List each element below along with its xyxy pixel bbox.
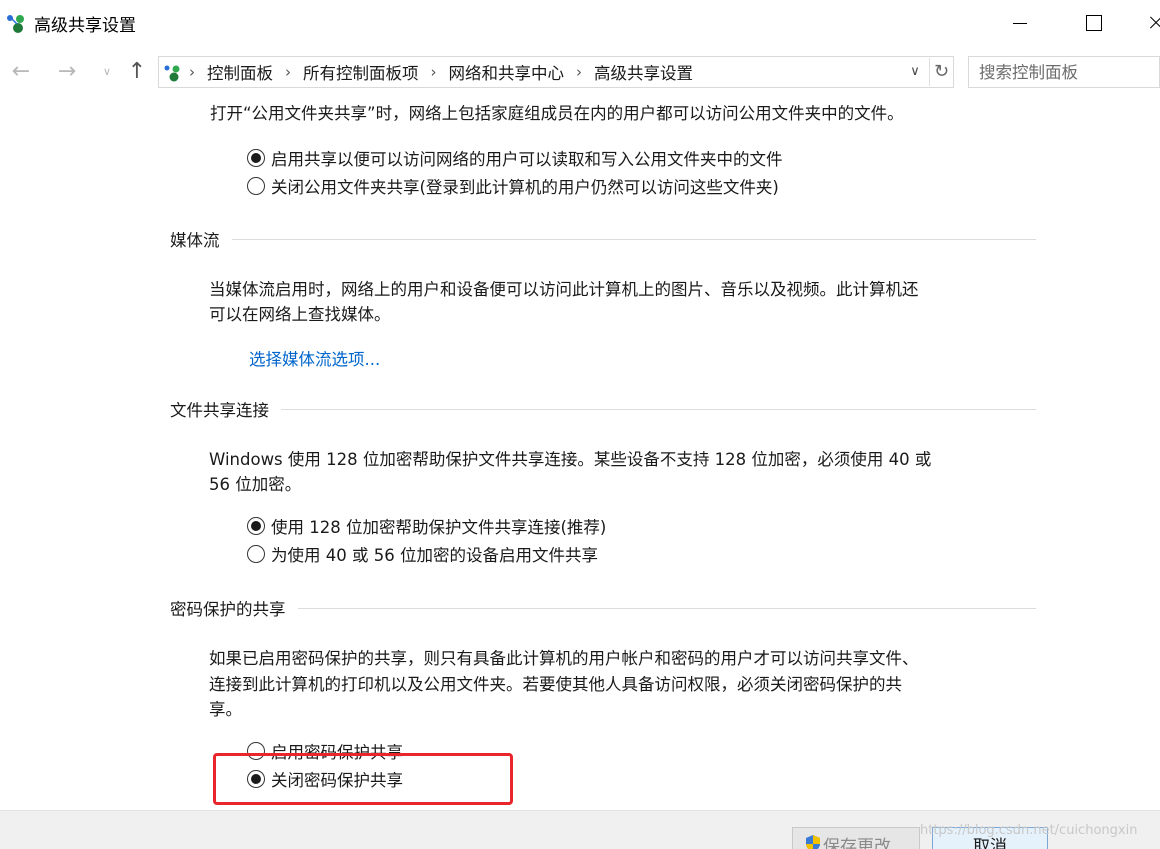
search-input[interactable] [968, 56, 1160, 88]
footer-bar: 保存更改 取消 https://blog.csdn.net/cuichongxi… [0, 810, 1160, 849]
file-sharing-header: 文件共享连接 [170, 397, 1036, 421]
forward-icon[interactable]: → [54, 58, 80, 86]
settings-content: 打开“公用文件夹共享”时，网络上包括家庭组成员在内的用户都可以访问公用文件夹中的… [0, 94, 1160, 810]
chevron-right-icon[interactable]: › [189, 63, 195, 81]
maximize-button[interactable] [1070, 0, 1116, 46]
network-icon [164, 65, 180, 82]
navigation-bar: ← → ∨ ↑ › 控制面板 › 所有控制面板项 › 网络和共享中心 › 高级共… [0, 50, 1160, 94]
chevron-down-icon[interactable]: ∨ [905, 62, 925, 82]
radio-unchecked[interactable] [247, 177, 265, 195]
close-button[interactable] [1140, 0, 1160, 46]
encryption-40-56-option[interactable]: 为使用 40 或 56 位加密的设备启用文件共享 [247, 541, 598, 567]
public-folder-enable-option[interactable]: 启用共享以便可以访问网络的用户可以读取和写入公用文件夹中的文件 [247, 145, 783, 171]
encryption-128-option[interactable]: 使用 128 位加密帮助保护文件共享连接(推荐) [247, 513, 606, 539]
address-bar[interactable]: › 控制面板 › 所有控制面板项 › 网络和共享中心 › 高级共享设置 ∨ ↻ [158, 56, 954, 88]
divider [231, 238, 1036, 240]
window-title: 高级共享设置 [34, 16, 136, 36]
breadcrumb-advanced-sharing[interactable]: 高级共享设置 [594, 60, 693, 84]
password-sharing-header: 密码保护的共享 [170, 596, 1036, 620]
breadcrumb-control-panel[interactable]: 控制面板 [207, 60, 273, 84]
file-sharing-description-2: 56 位加密。 [209, 475, 302, 494]
radio-checked[interactable] [247, 149, 265, 167]
media-streaming-description-1: 当媒体流启用时，网络上的用户和设备便可以访问此计算机上的图片、音乐以及视频。此计… [209, 280, 919, 299]
breadcrumb-all-items[interactable]: 所有控制面板项 [303, 60, 419, 84]
radio-checked[interactable] [247, 517, 265, 535]
media-streaming-description-2: 可以在网络上查找媒体。 [209, 305, 391, 324]
up-icon[interactable]: ↑ [124, 58, 150, 86]
breadcrumb-network-center[interactable]: 网络和共享中心 [449, 60, 565, 84]
network-icon [7, 15, 24, 33]
file-sharing-description-1: Windows 使用 128 位加密帮助保护文件共享连接。某些设备不支持 128… [209, 450, 932, 469]
media-streaming-options-link[interactable]: 选择媒体流选项... [249, 346, 380, 370]
chevron-right-icon[interactable]: › [431, 63, 437, 81]
breadcrumb: › 控制面板 › 所有控制面板项 › 网络和共享中心 › 高级共享设置 [189, 57, 693, 87]
public-folder-description: 打开“公用文件夹共享”时，网络上包括家庭组成员在内的用户都可以访问公用文件夹中的… [210, 104, 904, 123]
save-changes-button[interactable]: 保存更改 [792, 827, 920, 849]
recent-locations-chevron-icon[interactable]: ∨ [94, 58, 120, 86]
chevron-right-icon[interactable]: › [576, 63, 582, 81]
annotation-highlight-box [213, 753, 513, 805]
radio-unchecked[interactable] [247, 545, 265, 563]
password-sharing-description-3: 享。 [209, 700, 242, 719]
watermark: https://blog.csdn.net/cuichongxin [920, 823, 1138, 838]
back-icon[interactable]: ← [8, 58, 34, 86]
title-bar: 高级共享设置 [0, 0, 1160, 46]
password-sharing-description-1: 如果已启用密码保护的共享，则只有具备此计算机的用户帐户和密码的用户才可以访问共享… [209, 649, 919, 668]
shield-icon [806, 835, 820, 849]
divider [281, 408, 1036, 410]
minimize-button[interactable] [997, 0, 1043, 46]
divider [297, 607, 1036, 609]
chevron-right-icon[interactable]: › [285, 63, 291, 81]
media-streaming-header: 媒体流 [170, 227, 1036, 251]
refresh-icon[interactable]: ↻ [929, 58, 953, 86]
public-folder-disable-option[interactable]: 关闭公用文件夹共享(登录到此计算机的用户仍然可以访问这些文件夹) [247, 173, 779, 199]
password-sharing-description-2: 连接到此计算机的打印机以及公用文件夹。若要使其他人具备访问权限，必须关闭密码保护… [209, 675, 902, 694]
